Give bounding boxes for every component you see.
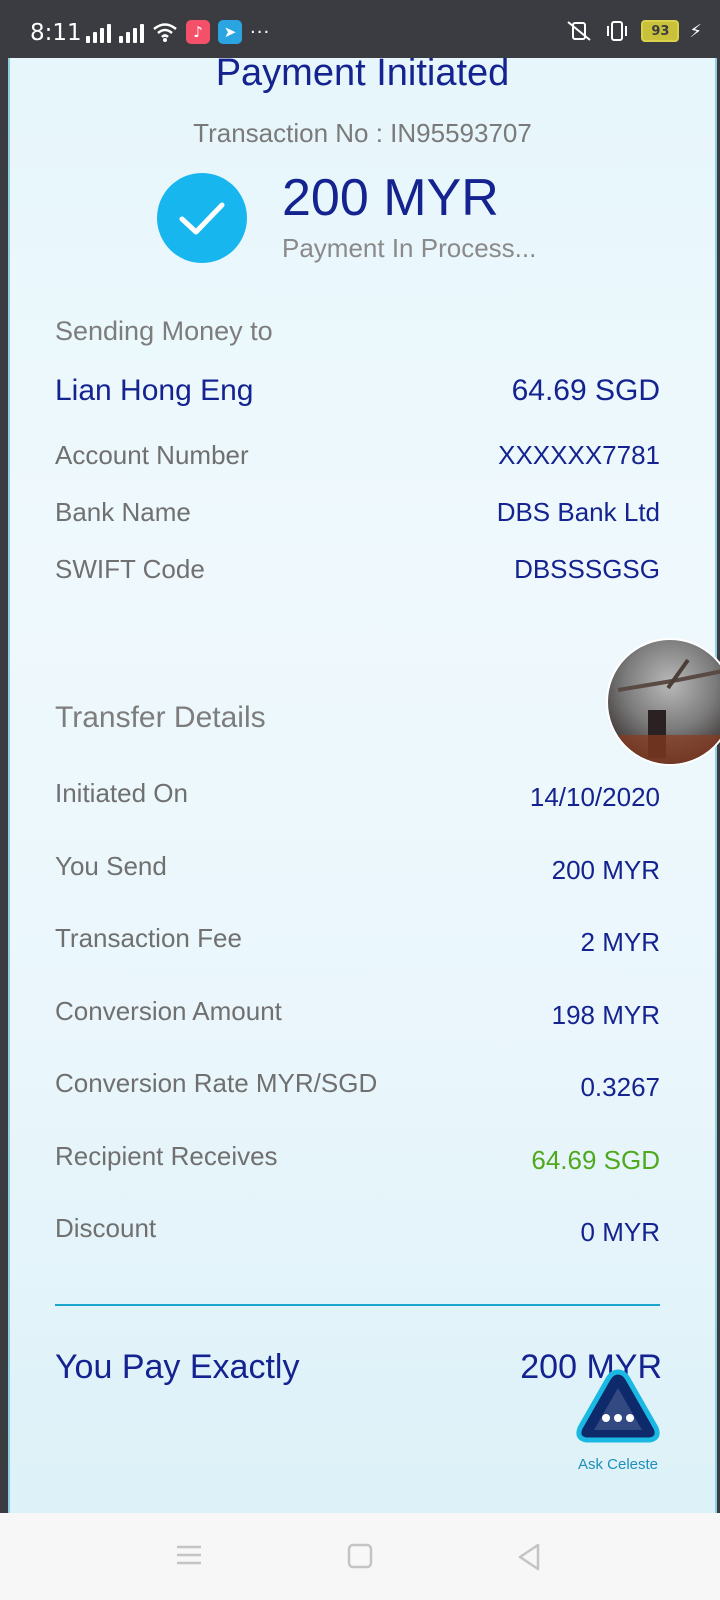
transfer-label: Transaction Fee <box>55 923 242 953</box>
status-time: 8:11 <box>30 20 82 46</box>
transfer-label: Initiated On <box>55 778 188 808</box>
status-left-icons: ♪ ➤ ··· <box>86 20 270 44</box>
status-right-icons: 93 ⚡ <box>565 20 702 42</box>
recipient-amount: 64.69 SGD <box>511 374 660 407</box>
detail-label: Account Number <box>55 440 249 470</box>
transfer-label: Conversion Amount <box>55 996 282 1026</box>
detail-value: DBSSSGSG <box>514 554 660 584</box>
transfer-row-recipient-receives: Recipient Receives 64.69 SGD <box>55 1141 660 1181</box>
transfer-value: 14/10/2020 <box>529 782 660 812</box>
vibrate-icon <box>607 21 628 41</box>
signal-icon <box>119 21 144 43</box>
detail-row-account-number: Account Number XXXXXX7781 <box>55 440 660 480</box>
payment-status: Payment In Process... <box>282 233 537 263</box>
charging-icon: ⚡ <box>689 20 702 42</box>
menu-icon[interactable] <box>175 1543 203 1567</box>
section-label-recipient: Sending Money to <box>55 316 273 346</box>
transfer-value: 198 MYR <box>551 1000 660 1030</box>
transfer-row-initiated-on: Initiated On 14/10/2020 <box>55 778 660 818</box>
transfer-value: 200 MYR <box>551 855 660 885</box>
detail-label: SWIFT Code <box>55 554 205 584</box>
payment-card: Payment Initiated Transaction No : IN955… <box>8 58 717 1513</box>
total-divider <box>55 1304 660 1306</box>
status-bar: 8:11 ♪ ➤ ··· 93 ⚡ <box>0 0 720 58</box>
transfer-row-discount: Discount 0 MYR <box>55 1213 660 1253</box>
transfer-label: You Send <box>55 851 167 881</box>
wifi-icon <box>153 23 177 42</box>
avatar-photo-icon <box>608 658 720 764</box>
ask-celeste-button[interactable]: Ask Celeste <box>568 1364 668 1474</box>
home-icon[interactable] <box>347 1543 373 1569</box>
transfer-row-transaction-fee: Transaction Fee 2 MYR <box>55 923 660 963</box>
recipient-name: Lian Hong Eng <box>55 374 254 407</box>
detail-row-swift-code: SWIFT Code DBSSSGSG <box>55 554 660 594</box>
transaction-number: Transaction No : IN95593707 <box>193 118 532 148</box>
total-label: You Pay Exactly <box>55 1348 300 1386</box>
transfer-row-you-send: You Send 200 MYR <box>55 851 660 891</box>
transfer-label: Discount <box>55 1213 157 1243</box>
transfer-value: 2 MYR <box>580 927 660 957</box>
telegram-app-icon: ➤ <box>218 20 242 44</box>
section-label-transfer: Transfer Details <box>55 701 266 734</box>
transfer-row-conversion-rate: Conversion Rate MYR/SGD 0.3267 <box>55 1068 660 1108</box>
detail-label: Bank Name <box>55 497 191 527</box>
recipient-row: Lian Hong Eng 64.69 SGD <box>55 374 660 414</box>
transfer-value: 0.3267 <box>580 1072 660 1102</box>
check-icon <box>157 173 247 263</box>
signal-icon <box>86 21 111 43</box>
more-dots-icon: ··· <box>250 21 271 43</box>
transfer-row-conversion-amount: Conversion Amount 198 MYR <box>55 996 660 1036</box>
page-title: Payment Initiated <box>215 58 510 94</box>
detail-value: DBS Bank Ltd <box>496 497 660 527</box>
transfer-label: Conversion Rate MYR/SGD <box>55 1068 378 1098</box>
ask-celeste-label: Ask Celeste <box>577 1456 659 1473</box>
battery-icon: 93 <box>641 20 680 42</box>
mute-vibrate-icon <box>567 21 591 41</box>
music-app-icon: ♪ <box>186 20 210 44</box>
detail-value: XXXXXX7781 <box>498 440 660 470</box>
transfer-value: 64.69 SGD <box>531 1145 660 1175</box>
payment-amount: 200 MYR <box>282 169 499 227</box>
battery-level: 93 <box>651 23 670 39</box>
back-icon[interactable] <box>516 1543 542 1571</box>
chatbot-icon <box>576 1369 660 1443</box>
transfer-label: Recipient Receives <box>55 1141 278 1171</box>
detail-row-bank-name: Bank Name DBS Bank Ltd <box>55 497 660 537</box>
system-nav-bar <box>0 1513 720 1600</box>
transfer-value: 0 MYR <box>580 1217 660 1247</box>
